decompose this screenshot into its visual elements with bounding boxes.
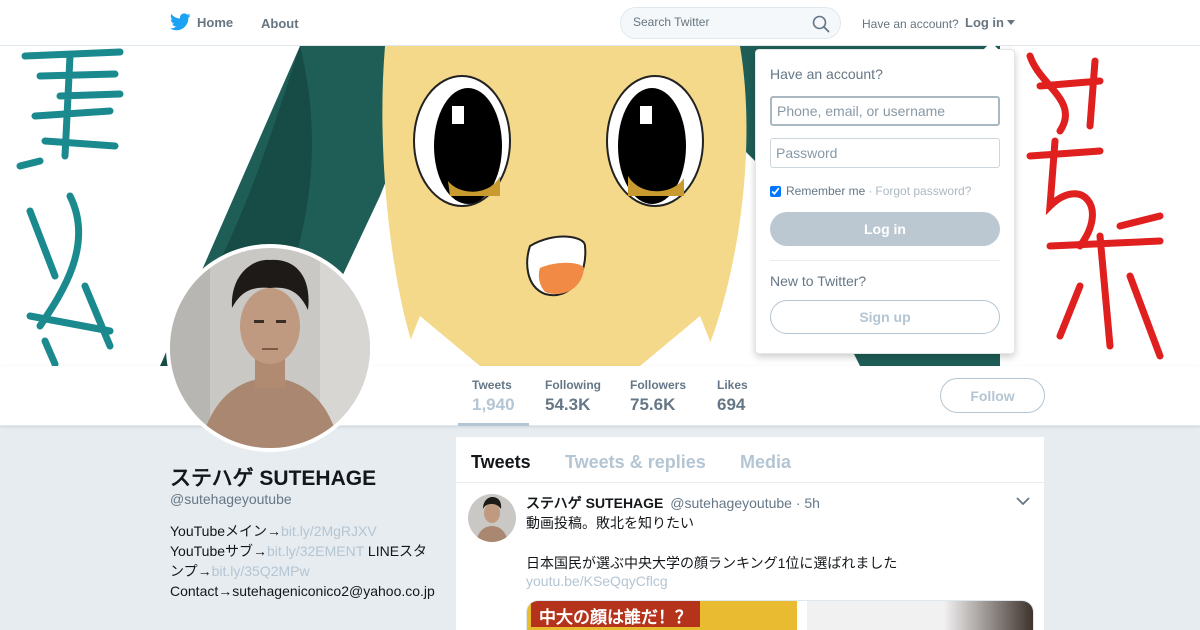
signup-button[interactable]: Sign up [770, 300, 1000, 334]
bio-contact: Contact→sutehageniconico2@yahoo.co.jp [170, 583, 435, 599]
login-button[interactable]: Log in [770, 212, 1000, 246]
forgot-password-link[interactable]: Forgot password? [875, 184, 971, 198]
stat-label: Tweets [472, 378, 512, 392]
tweet-avatar[interactable] [468, 494, 516, 542]
tweet-author-name[interactable]: ステハゲ SUTEHAGE [526, 495, 663, 511]
profile-bio: YouTubeメイン→bit.ly/2MgRJXV YouTubeサブ→bit.… [170, 521, 438, 601]
stat-tweets[interactable]: Tweets 1,940 [458, 378, 528, 426]
stat-following[interactable]: Following 54.3K [545, 378, 601, 415]
top-nav: Home About Have an account? Log in [0, 0, 1200, 46]
dropdown-title: Have an account? [770, 66, 883, 82]
search-input[interactable] [633, 15, 803, 29]
tweet-media-card[interactable]: 中大の顔は誰だ！？ [526, 600, 1034, 630]
nav-about[interactable]: About [261, 16, 299, 31]
nav-home[interactable]: Home [170, 13, 233, 31]
stat-likes[interactable]: Likes 694 [717, 378, 748, 415]
remember-checkbox[interactable] [770, 185, 781, 197]
remember-row: Remember me · Forgot password? [770, 184, 971, 198]
separator-dot: · [868, 184, 873, 198]
stat-value: 54.3K [545, 395, 591, 414]
tab-tweets[interactable]: Tweets [471, 452, 531, 473]
stat-value: 75.6K [630, 395, 676, 414]
avatar-photo [170, 248, 370, 448]
twitter-bird-icon [170, 13, 191, 31]
tweet-author-handle[interactable]: @sutehageyoutube [670, 495, 792, 511]
remember-label[interactable]: Remember me [786, 184, 865, 198]
caret-down-icon [1007, 20, 1015, 25]
login-dropdown: Have an account? Remember me · Forgot pa… [755, 42, 1015, 354]
nav-home-label: Home [197, 14, 234, 30]
bio-link[interactable]: bit.ly/35Q2MPw [212, 563, 310, 579]
tab-media[interactable]: Media [740, 452, 791, 473]
tweet-text-line: 日本国民が選ぶ中央大学の顔ランキング1位に選ばれました [526, 555, 898, 571]
stat-label: Followers [630, 378, 687, 392]
divider [770, 260, 1000, 261]
chevron-down-icon[interactable] [1016, 496, 1030, 506]
timeline-tabs: Tweets Tweets & replies Media [456, 437, 1044, 483]
new-to-twitter-text: New to Twitter? [770, 273, 867, 289]
tweet-link[interactable]: youtu.be/KSeQqyCflcg [526, 573, 668, 589]
stat-value: 1,940 [472, 395, 515, 414]
password-field[interactable] [770, 138, 1000, 168]
follow-button[interactable]: Follow [940, 378, 1045, 413]
login-toggle-label: Log in [965, 15, 1004, 30]
tweet-text: 動画投稿。敗北を知りたい 日本国民が選ぶ中央大学の顔ランキング1位に選ばれました [526, 513, 1026, 573]
stat-label: Likes [717, 378, 748, 392]
username-field[interactable] [770, 96, 1000, 126]
bio-text: YouTubeメイン→ [170, 523, 282, 539]
profile-avatar[interactable] [166, 244, 374, 452]
card-photo [807, 601, 1033, 630]
tweet-avatar-photo [468, 494, 516, 542]
stat-label: Following [545, 378, 601, 392]
have-account-text: Have an account? [862, 17, 959, 31]
search-box[interactable] [620, 7, 841, 39]
stat-followers[interactable]: Followers 75.6K [630, 378, 686, 415]
tweet-timestamp[interactable]: · 5h [796, 495, 820, 511]
bio-text: YouTubeサブ→ [170, 543, 268, 559]
profile-name[interactable]: ステハゲ SUTEHAGE [170, 462, 376, 492]
bio-link[interactable]: bit.ly/32EMENT [267, 543, 364, 559]
bio-link[interactable]: bit.ly/2MgRJXV [281, 523, 377, 539]
login-dropdown-toggle[interactable]: Log in [965, 15, 1015, 30]
card-caption: 中大の顔は誰だ！？ [531, 601, 700, 627]
stat-value: 694 [717, 395, 746, 414]
search-icon[interactable] [812, 15, 830, 33]
tab-tweets-replies[interactable]: Tweets & replies [565, 452, 706, 473]
tweet-header: ステハゲ SUTEHAGE @sutehageyoutube · 5h [526, 493, 820, 513]
tweet-item[interactable]: ステハゲ SUTEHAGE @sutehageyoutube · 5h 動画投稿… [456, 484, 1044, 630]
timeline: Tweets Tweets & replies Media ステハゲ SUTEH… [456, 437, 1044, 630]
tweet-text-line: 動画投稿。敗北を知りたい [526, 515, 694, 531]
profile-handle[interactable]: @sutehageyoutube [170, 491, 292, 507]
